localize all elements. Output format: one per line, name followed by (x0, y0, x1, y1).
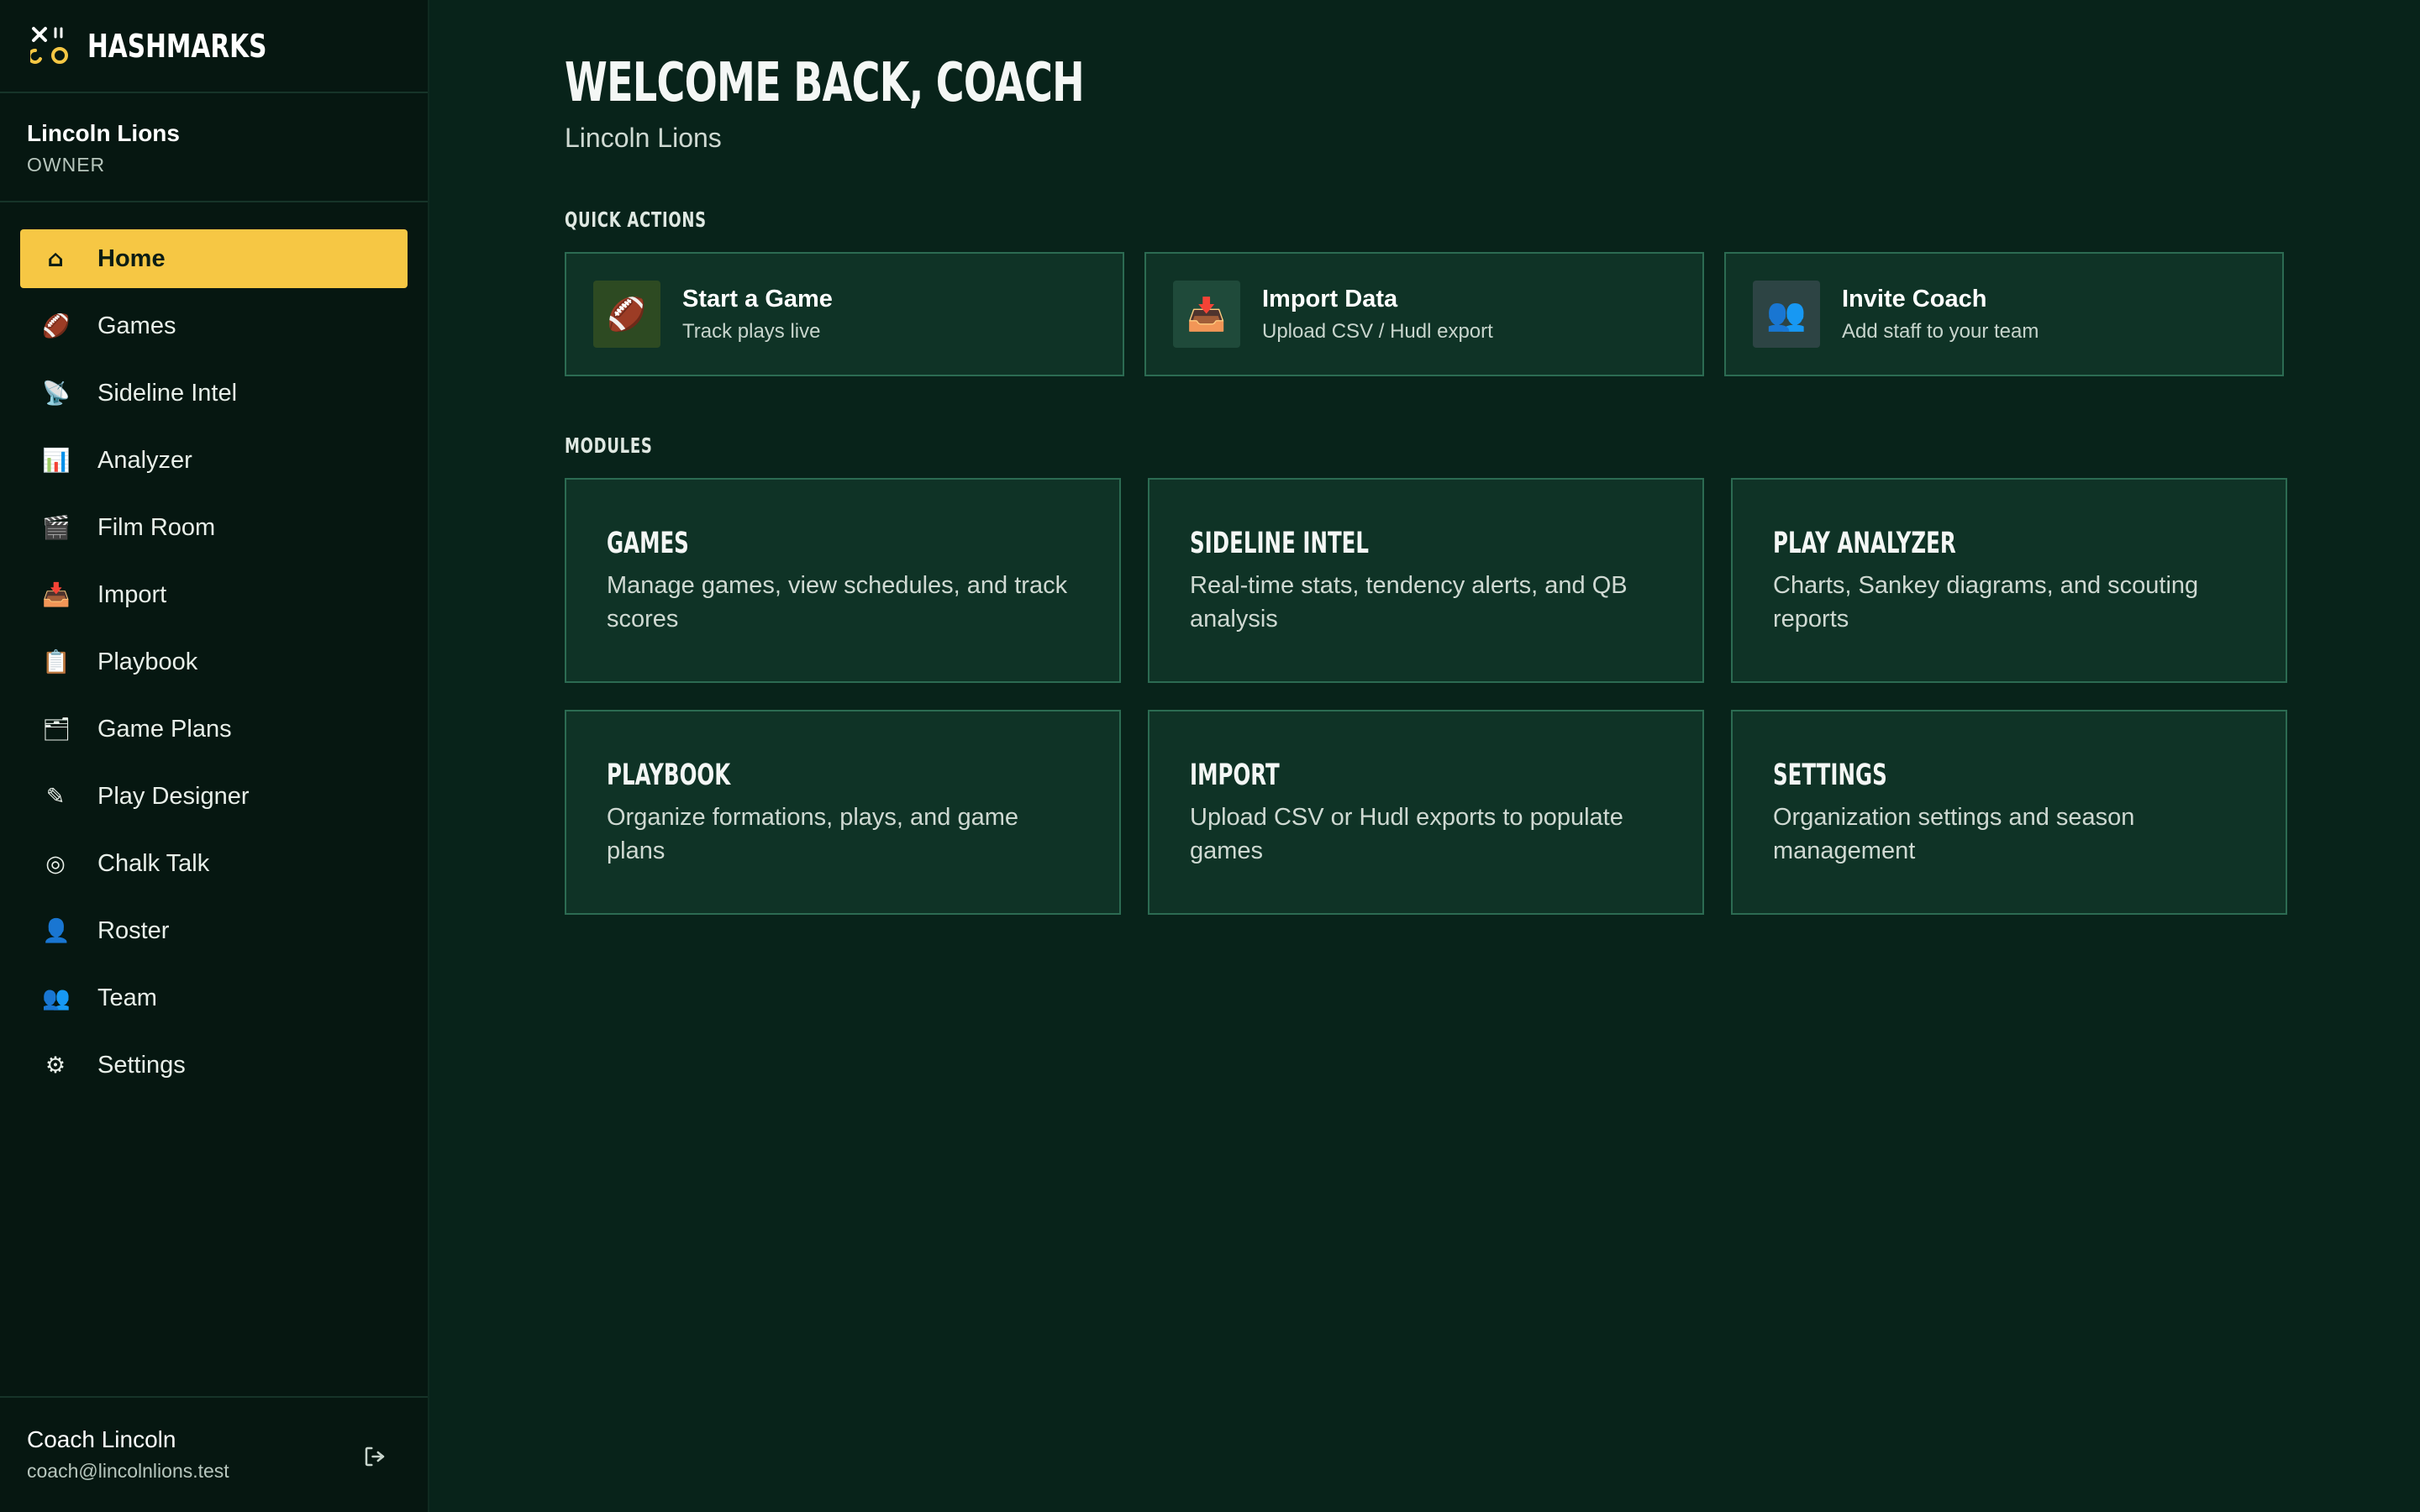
brand-name: HASHMARKS (87, 27, 267, 65)
sidebar-item-roster[interactable]: 👤 Roster (20, 901, 408, 960)
sidebar: HASHMARKS Lincoln Lions OWNER ⌂ Home 🏈 G… (0, 0, 429, 1512)
clapperboard-icon: 🎬 (42, 515, 71, 541)
sidebar-item-label: Sideline Intel (97, 379, 238, 407)
module-card-settings[interactable]: SETTINGS Organization settings and seaso… (1731, 710, 2287, 915)
module-description: Charts, Sankey diagrams, and scouting re… (1773, 572, 2199, 633)
module-title: PLAYBOOK (607, 759, 731, 792)
module-title: PLAY ANALYZER (1773, 527, 1956, 560)
sidebar-item-label: Play Designer (97, 782, 250, 810)
target-icon: ◎ (45, 850, 66, 877)
sidebar-item-home[interactable]: ⌂ Home (20, 229, 408, 288)
sidebar-item-analyzer[interactable]: 📊 Analyzer (20, 431, 408, 490)
invite-coach-button[interactable]: 👥 Invite Coach Add staff to your team (1724, 252, 2284, 376)
sidebar-item-label: Chalk Talk (97, 849, 210, 877)
inbox-tray-icon: 📥 (42, 582, 71, 608)
org-switcher[interactable]: Lincoln Lions OWNER (0, 93, 428, 202)
module-card-import[interactable]: IMPORT Upload CSV or Hudl exports to pop… (1148, 710, 1704, 915)
football-icon: 🏈 (42, 313, 71, 339)
module-description: Organize formations, plays, and game pla… (607, 804, 1019, 864)
sidebar-nav: ⌂ Home 🏈 Games 📡 Sideline Intel 📊 Analyz… (0, 202, 428, 1095)
logout-icon[interactable] (362, 1444, 387, 1469)
brand[interactable]: HASHMARKS (0, 0, 428, 93)
sidebar-item-label: Film Room (97, 513, 216, 541)
sidebar-item-import[interactable]: 📥 Import (20, 565, 408, 624)
quick-actions: 🏈 Start a Game Track plays live 📥 Import… (565, 252, 2286, 376)
sidebar-item-label: Games (97, 312, 176, 339)
gear-icon: ⚙ (45, 1052, 66, 1079)
module-card-sideline-intel[interactable]: SIDELINE INTEL Real-time stats, tendency… (1148, 478, 1704, 683)
quick-action-subtitle: Track plays live (682, 319, 821, 343)
people-icon: 👥 (42, 985, 71, 1011)
org-role: OWNER (27, 154, 106, 176)
quick-action-title: Invite Coach (1842, 285, 1987, 312)
sidebar-item-label: Game Plans (97, 715, 232, 743)
user-profile: Coach Lincoln coach@lincolnlions.test (0, 1396, 428, 1512)
inbox-tray-icon: 📥 (1173, 281, 1240, 348)
module-title: SIDELINE INTEL (1190, 527, 1370, 560)
sidebar-item-settings[interactable]: ⚙ Settings (20, 1036, 408, 1095)
module-description: Manage games, view schedules, and track … (607, 572, 1068, 633)
sidebar-item-games[interactable]: 🏈 Games (20, 297, 408, 355)
card-index-icon: 🗂 (42, 717, 71, 743)
org-name: Lincoln Lions (27, 120, 180, 146)
sidebar-item-film-room[interactable]: 🎬 Film Room (20, 498, 408, 557)
person-icon: 👤 (42, 918, 71, 944)
bar-chart-icon: 📊 (42, 448, 71, 474)
module-card-games[interactable]: GAMES Manage games, view schedules, and … (565, 478, 1121, 683)
sidebar-item-label: Settings (97, 1051, 186, 1079)
quick-action-subtitle: Upload CSV / Hudl export (1262, 319, 1493, 343)
clipboard-icon: 📋 (42, 649, 71, 675)
module-description: Real-time stats, tendency alerts, and QB… (1190, 572, 1628, 633)
main-content: WELCOME BACK, COACH Lincoln Lions QUICK … (565, 0, 2287, 915)
sidebar-item-label: Analyzer (97, 446, 192, 474)
sidebar-item-play-designer[interactable]: ✎ Play Designer (20, 767, 408, 826)
sidebar-item-game-plans[interactable]: 🗂 Game Plans (20, 700, 408, 759)
module-description: Organization settings and season managem… (1773, 804, 2135, 864)
sidebar-item-label: Roster (97, 916, 170, 944)
home-icon: ⌂ (47, 245, 64, 272)
sidebar-item-label: Playbook (97, 648, 198, 675)
football-icon: 🏈 (593, 281, 660, 348)
sidebar-item-label: Home (97, 244, 166, 272)
sidebar-item-label: Import (97, 580, 167, 608)
people-icon: 👥 (1753, 281, 1820, 348)
sidebar-item-sideline-intel[interactable]: 📡 Sideline Intel (20, 364, 408, 423)
quick-action-title: Import Data (1262, 285, 1398, 312)
quick-action-title: Start a Game (682, 285, 833, 312)
modules-grid: GAMES Manage games, view schedules, and … (565, 478, 2287, 915)
quick-action-subtitle: Add staff to your team (1842, 319, 2039, 343)
module-title: IMPORT (1190, 759, 1280, 792)
module-description: Upload CSV or Hudl exports to populate g… (1190, 804, 1623, 864)
module-title: SETTINGS (1773, 759, 1887, 792)
sidebar-item-playbook[interactable]: 📋 Playbook (20, 633, 408, 691)
module-title: GAMES (607, 527, 689, 560)
module-card-playbook[interactable]: PLAYBOOK Organize formations, plays, and… (565, 710, 1121, 915)
quick-actions-heading: QUICK ACTIONS (565, 207, 707, 232)
logo-icon (27, 25, 72, 67)
sidebar-item-label: Team (97, 984, 157, 1011)
start-game-button[interactable]: 🏈 Start a Game Track plays live (565, 252, 1124, 376)
satellite-icon: 📡 (42, 381, 71, 407)
page-title: WELCOME BACK, COACH (565, 52, 1085, 114)
sidebar-item-chalk-talk[interactable]: ◎ Chalk Talk (20, 834, 408, 893)
sidebar-item-team[interactable]: 👥 Team (20, 969, 408, 1027)
import-data-button[interactable]: 📥 Import Data Upload CSV / Hudl export (1144, 252, 1704, 376)
page-subtitle: Lincoln Lions (565, 123, 722, 153)
modules-heading: MODULES (565, 433, 653, 458)
pencil-icon: ✎ (45, 783, 66, 810)
module-card-play-analyzer[interactable]: PLAY ANALYZER Charts, Sankey diagrams, a… (1731, 478, 2287, 683)
